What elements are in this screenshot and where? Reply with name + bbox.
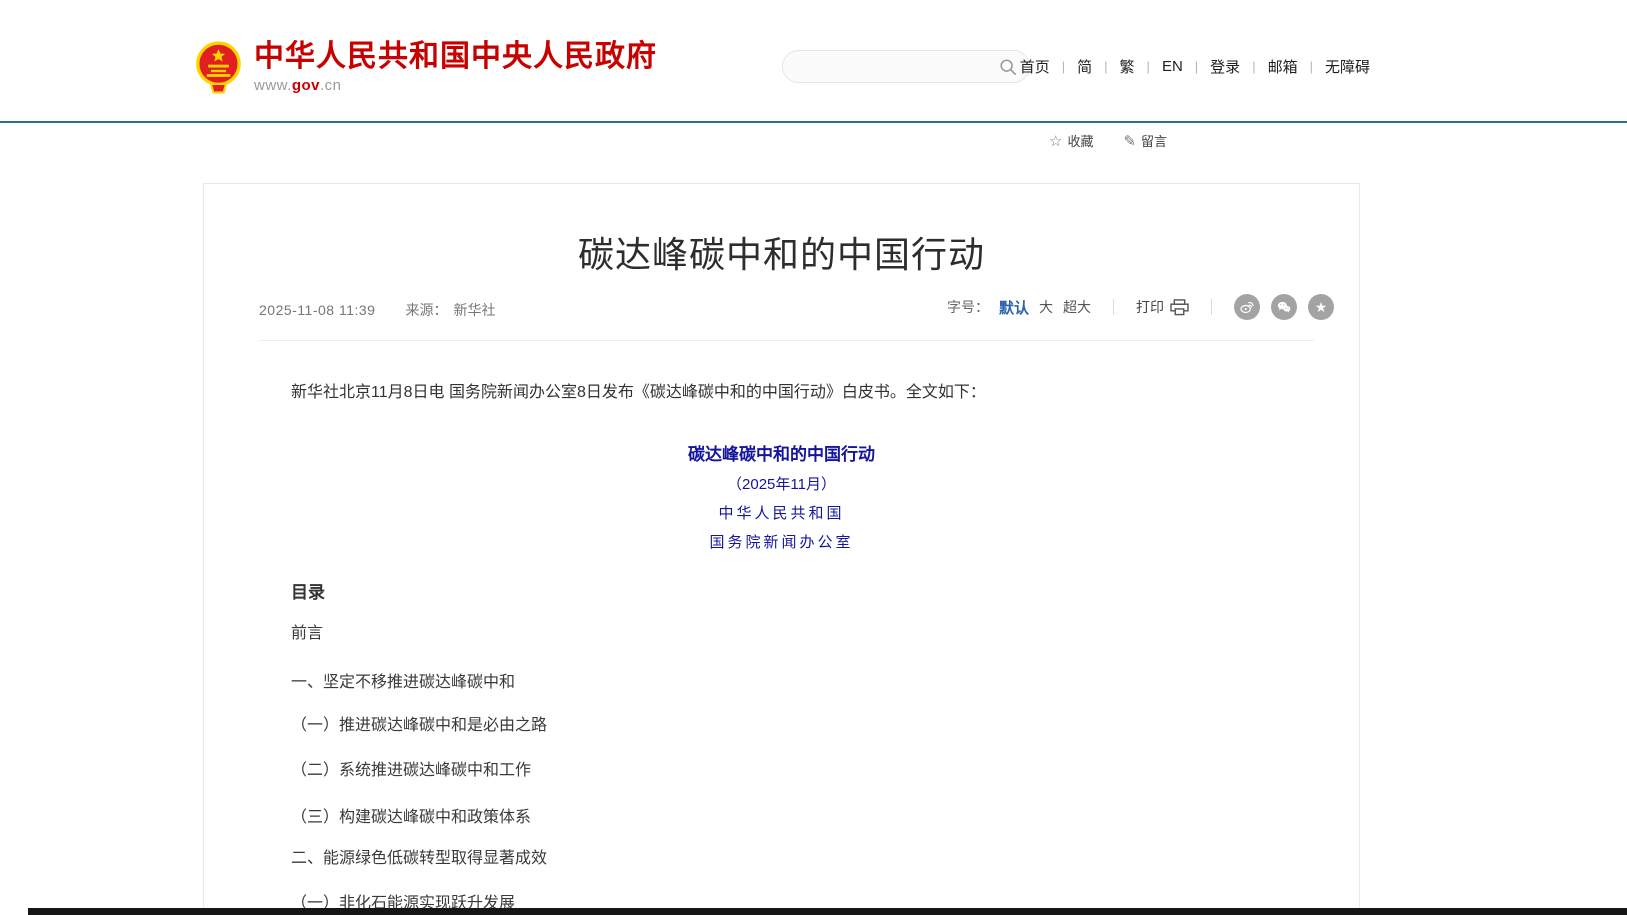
- doc-org-country: 中华人民共和国: [204, 502, 1359, 523]
- national-emblem-icon: [195, 40, 242, 95]
- nav-separator: |: [1147, 59, 1150, 74]
- favorite-label: 收藏: [1067, 131, 1093, 150]
- top-nav: 首页 | 简 | 繁 | EN | 登录 | 邮箱 | 无障碍: [1018, 56, 1372, 77]
- site-url-suffix: .cn: [320, 77, 342, 94]
- share-favorite-button[interactable]: ★: [1308, 294, 1334, 320]
- nav-link-home[interactable]: 首页: [1018, 56, 1052, 77]
- toc-item-1-3: （三）构建碳达峰碳中和政策体系: [291, 808, 531, 828]
- site-url-gov: gov: [292, 77, 320, 94]
- publish-date: 2025-11-08 11:39: [259, 302, 375, 318]
- source-name[interactable]: 新华社: [453, 300, 495, 320]
- nav-separator: |: [1310, 59, 1313, 74]
- wechat-icon: [1276, 299, 1292, 315]
- meta-divider: [259, 340, 1314, 341]
- comment-label: 留言: [1141, 131, 1167, 150]
- doc-org-office: 国务院新闻办公室: [204, 531, 1359, 552]
- search-input[interactable]: [783, 51, 999, 82]
- font-size-default-button[interactable]: 默认: [999, 297, 1029, 318]
- site-title: 中华人民共和国中央人民政府: [254, 40, 657, 74]
- toc-item-2: 二、能源绿色低碳转型取得显著成效: [291, 849, 547, 869]
- share-wechat-button[interactable]: [1271, 294, 1297, 320]
- brand-text: 中华人民共和国中央人民政府 www.gov.cn: [254, 40, 657, 94]
- print-button[interactable]: 打印: [1136, 297, 1189, 317]
- lead-paragraph: 新华社北京11月8日电 国务院新闻办公室8日发布《碳达峰碳中和的中国行动》白皮书…: [259, 380, 1294, 406]
- header-divider: [0, 121, 1627, 123]
- search-bar: [782, 50, 1030, 83]
- nav-separator: |: [1062, 59, 1065, 74]
- doc-date: （2025年11月）: [204, 473, 1359, 494]
- tools-separator: [1211, 299, 1212, 315]
- bottom-edge-bar: [28, 908, 1627, 915]
- print-label: 打印: [1136, 297, 1164, 317]
- nav-separator: |: [1104, 59, 1107, 74]
- share-icons: ★: [1234, 294, 1334, 320]
- gov-logo[interactable]: 中华人民共和国中央人民政府 www.gov.cn: [195, 40, 657, 95]
- article-tools: 字号： 默认 大 超大 打印: [947, 294, 1334, 320]
- share-weibo-button[interactable]: [1234, 294, 1260, 320]
- weibo-icon: [1239, 299, 1255, 315]
- nav-link-english[interactable]: EN: [1160, 58, 1185, 75]
- article-container: 碳达峰碳中和的中国行动 2025-11-08 11:39 来源： 新华社 字号：…: [203, 183, 1360, 915]
- article-meta: 2025-11-08 11:39 来源： 新华社: [259, 300, 495, 320]
- font-size-label: 字号：: [947, 297, 989, 317]
- nav-link-mail[interactable]: 邮箱: [1266, 56, 1300, 77]
- toc-item-preface: 前言: [291, 624, 323, 644]
- printer-icon: [1170, 299, 1189, 316]
- quick-actions: ☆ 收藏 ✎ 留言: [1049, 131, 1167, 150]
- nav-separator: |: [1195, 59, 1198, 74]
- article-title: 碳达峰碳中和的中国行动: [204, 226, 1359, 278]
- doc-title: 碳达峰碳中和的中国行动: [204, 440, 1359, 465]
- source-label: 来源：: [405, 300, 447, 320]
- pencil-icon: ✎: [1123, 132, 1136, 150]
- site-url-prefix: www.: [254, 77, 292, 94]
- comment-button[interactable]: ✎ 留言: [1123, 131, 1167, 150]
- nav-link-traditional[interactable]: 繁: [1118, 56, 1137, 77]
- font-size-large-button[interactable]: 大: [1039, 297, 1053, 317]
- page: 中华人民共和国中央人民政府 www.gov.cn 首页 | 简 | 繁 | EN…: [0, 0, 1627, 915]
- nav-link-login[interactable]: 登录: [1208, 56, 1242, 77]
- search-icon[interactable]: [999, 58, 1017, 76]
- site-url[interactable]: www.gov.cn: [254, 77, 657, 94]
- nav-separator: |: [1252, 59, 1255, 74]
- toc-item-1-1: （一）推进碳达峰碳中和是必由之路: [291, 716, 547, 736]
- tools-separator: [1113, 299, 1114, 315]
- font-size-xlarge-button[interactable]: 超大: [1063, 297, 1091, 317]
- favorite-button[interactable]: ☆ 收藏: [1049, 131, 1093, 150]
- star-icon: ★: [1315, 300, 1328, 314]
- toc-heading: 目录: [291, 578, 325, 603]
- toc-item-1: 一、坚定不移推进碳达峰碳中和: [291, 673, 515, 693]
- nav-link-simplified[interactable]: 简: [1075, 56, 1094, 77]
- toc-item-1-2: （二）系统推进碳达峰碳中和工作: [291, 761, 531, 781]
- nav-link-accessibility[interactable]: 无障碍: [1323, 56, 1372, 77]
- star-outline-icon: ☆: [1049, 132, 1062, 150]
